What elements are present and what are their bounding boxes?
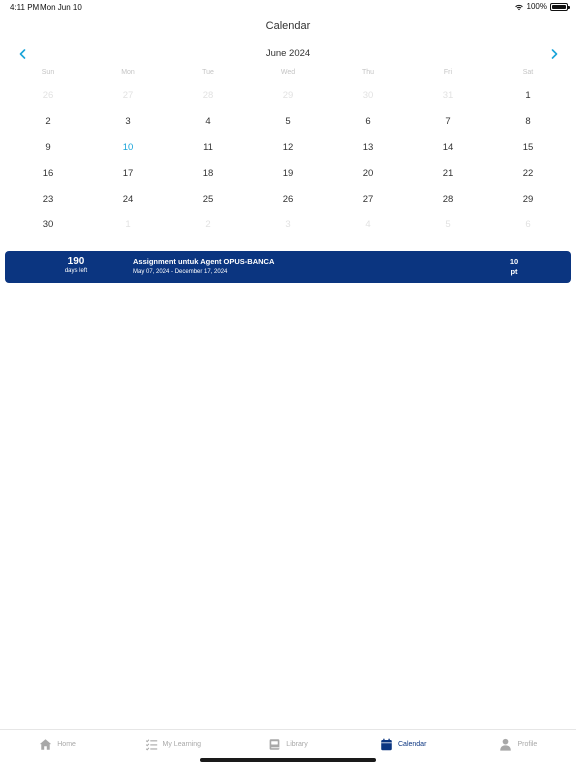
week-row: 23 24 25 26 27 28 29: [8, 186, 568, 212]
calendar-day[interactable]: 23: [8, 186, 88, 212]
battery-percent: 100%: [526, 2, 547, 11]
tab-label: Home: [57, 740, 76, 748]
calendar-day[interactable]: 25: [168, 186, 248, 212]
calendar-day[interactable]: 27: [88, 83, 168, 109]
calendar-day[interactable]: 1: [488, 83, 568, 109]
calendar-day[interactable]: 28: [168, 83, 248, 109]
wifi-icon: [514, 4, 523, 10]
page-title: Calendar: [265, 20, 311, 32]
next-month-button[interactable]: [546, 47, 562, 61]
calendar-day[interactable]: 12: [248, 135, 328, 161]
points-unit: pt: [510, 267, 518, 276]
week-row: 30 1 2 3 4 5 6: [8, 212, 568, 238]
calendar-day[interactable]: 19: [248, 160, 328, 186]
assignment-card[interactable]: 190 days left Assignment untuk Agent OPU…: [5, 251, 571, 283]
status-indicators: 100%: [514, 2, 570, 11]
calendar-day[interactable]: 29: [488, 186, 568, 212]
calendar-day[interactable]: 3: [248, 212, 328, 238]
tab-home[interactable]: Home: [0, 730, 115, 768]
calendar-day[interactable]: 4: [168, 109, 248, 135]
assignment-dates: May 07, 2024 - December 17, 2024: [133, 269, 228, 275]
calendar-day[interactable]: 26: [8, 83, 88, 109]
calendar-day[interactable]: 2: [8, 109, 88, 135]
assignment-points: 10 pt: [499, 257, 529, 277]
calendar-day[interactable]: 30: [328, 83, 408, 109]
calendar-day[interactable]: 27: [328, 186, 408, 212]
month-navigation: June 2024: [0, 47, 576, 61]
checklist-icon: [145, 738, 157, 750]
days-left-number: 190: [67, 256, 85, 267]
weekday-label: Thu: [361, 69, 375, 76]
calendar-day[interactable]: 8: [488, 109, 568, 135]
calendar-day[interactable]: 6: [488, 212, 568, 238]
calendar-day[interactable]: 11: [168, 135, 248, 161]
calendar-day[interactable]: 22: [488, 160, 568, 186]
days-left-label: days left: [64, 268, 88, 274]
calendar-day[interactable]: 3: [88, 109, 168, 135]
battery-icon: [550, 2, 570, 11]
book-icon: [269, 738, 280, 750]
week-row: 26 27 28 29 30 31 1: [8, 83, 568, 109]
calendar-day[interactable]: 2: [168, 212, 248, 238]
month-label: June 2024: [265, 48, 311, 59]
calendar-day[interactable]: 9: [8, 135, 88, 161]
tab-label: Library: [286, 740, 308, 748]
tab-profile[interactable]: Profile: [461, 730, 576, 768]
weekday-label: Mon: [121, 69, 135, 76]
calendar-day[interactable]: 6: [328, 109, 408, 135]
weekday-header: Sun Mon Tue Wed Thu Fri Sat: [8, 69, 568, 76]
calendar-icon: [381, 738, 392, 750]
tab-label: Profile: [517, 740, 538, 748]
assignment-title: Assignment untuk Agent OPUS-BANCA: [133, 257, 275, 266]
tab-my-learning[interactable]: My Learning: [115, 730, 230, 768]
week-row: 16 17 18 19 20 21 22: [8, 160, 568, 186]
calendar-day[interactable]: 28: [408, 186, 488, 212]
days-left: 190 days left: [47, 256, 105, 274]
calendar-grid: 26 27 28 29 30 31 1 2 3 4 5 6 7 8 9 10 11 12 13 14 15 16 17 18 1…: [8, 83, 568, 238]
calendar-day[interactable]: 13: [328, 135, 408, 161]
calendar-day[interactable]: 31: [408, 83, 488, 109]
home-indicator: [200, 758, 376, 762]
calendar-day[interactable]: 24: [88, 186, 168, 212]
tab-label: Calendar: [398, 740, 427, 748]
weekday-label: Wed: [280, 69, 296, 76]
tab-calendar[interactable]: Calendar: [346, 730, 461, 768]
calendar-day[interactable]: 20: [328, 160, 408, 186]
chevron-right-icon: [551, 49, 557, 59]
tab-bar: Home My Learning Library Calendar Profil…: [0, 729, 576, 768]
week-row: 2345678: [8, 109, 568, 135]
calendar-day[interactable]: 29: [248, 83, 328, 109]
week-row: 9 10 11 12 13 14 15: [8, 135, 568, 161]
calendar-day[interactable]: 15: [488, 135, 568, 161]
calendar-day[interactable]: 26: [248, 186, 328, 212]
tab-library[interactable]: Library: [230, 730, 345, 768]
calendar-day-today[interactable]: 10: [88, 135, 168, 161]
calendar-day[interactable]: 14: [408, 135, 488, 161]
person-icon: [500, 738, 512, 751]
calendar-day[interactable]: 5: [248, 109, 328, 135]
points-value: 10: [509, 257, 519, 266]
weekday-label: Fri: [443, 69, 453, 76]
status-time: 4:11 PM: [10, 3, 40, 12]
tab-label: My Learning: [162, 740, 202, 748]
calendar-day[interactable]: 17: [88, 160, 168, 186]
home-icon: [40, 738, 52, 750]
calendar-day[interactable]: 18: [168, 160, 248, 186]
calendar-day[interactable]: 5: [408, 212, 488, 238]
calendar-day[interactable]: 7: [408, 109, 488, 135]
calendar-day[interactable]: 4: [328, 212, 408, 238]
calendar-day[interactable]: 1: [88, 212, 168, 238]
weekday-label: Tue: [202, 69, 214, 76]
weekday-label: Sat: [522, 69, 534, 76]
calendar-day[interactable]: 16: [8, 160, 88, 186]
calendar-day[interactable]: 21: [408, 160, 488, 186]
calendar-day[interactable]: 30: [8, 212, 88, 238]
status-date: Mon Jun 10: [40, 3, 82, 12]
status-bar: 4:11 PM Mon Jun 10 100%: [0, 0, 576, 14]
weekday-label: Sun: [41, 69, 55, 76]
